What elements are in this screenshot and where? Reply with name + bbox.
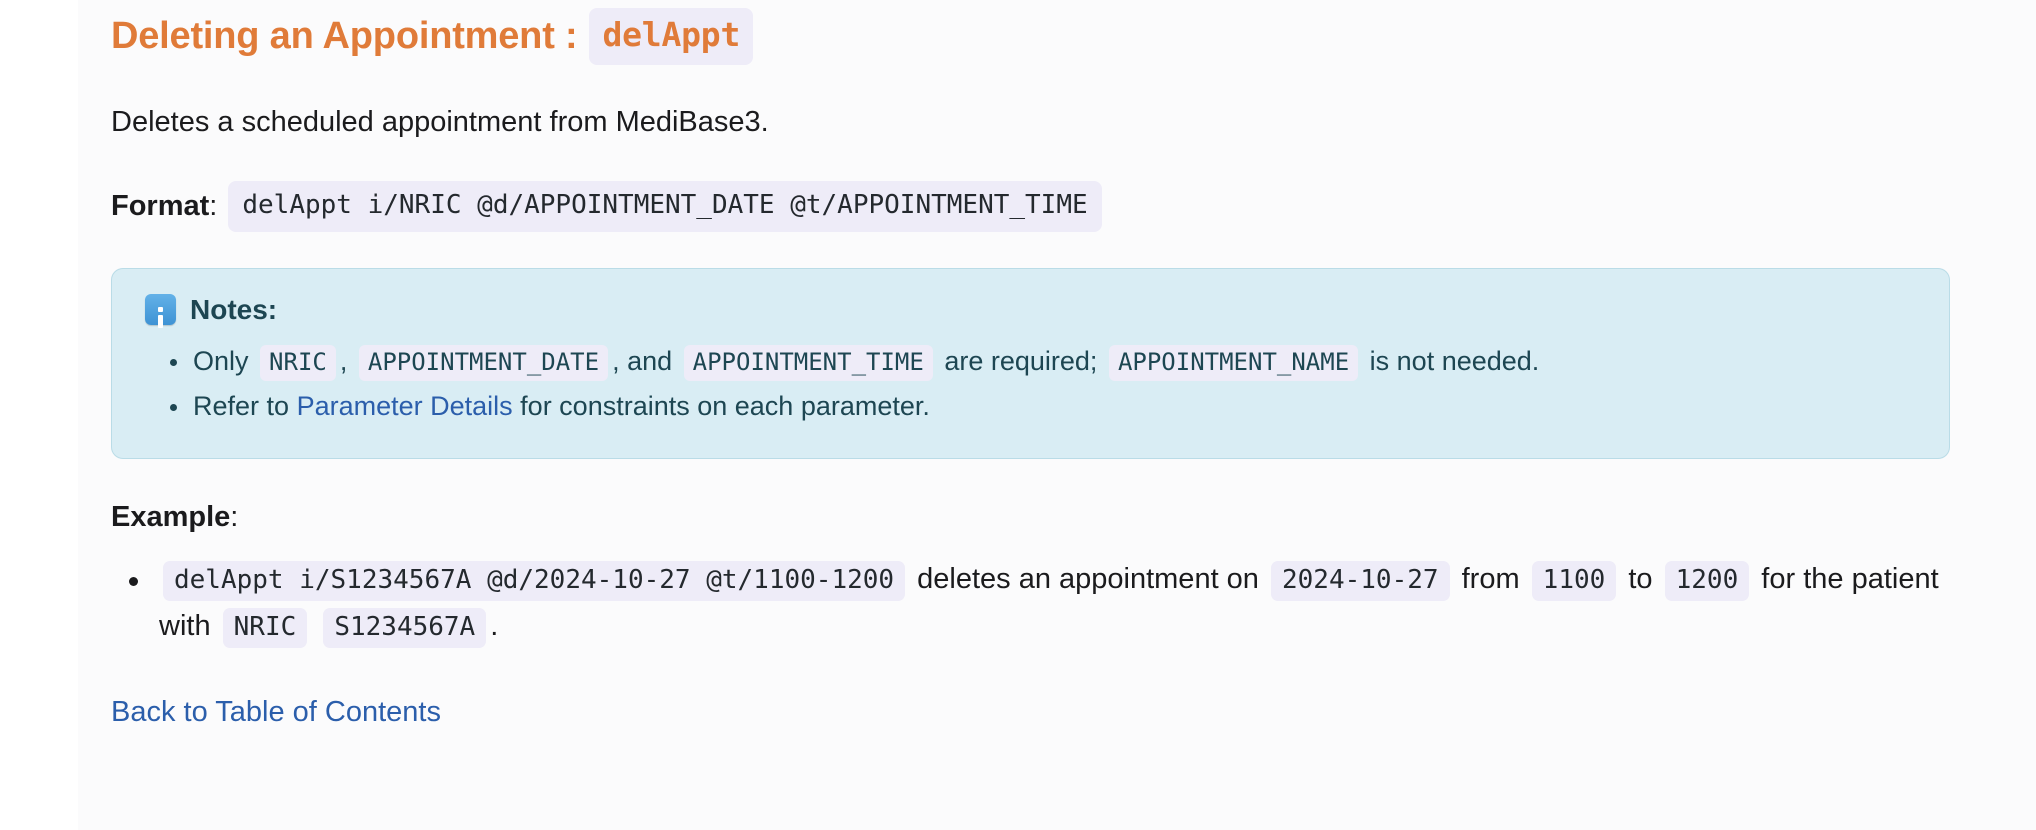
notes-header: Notes: (145, 293, 1916, 328)
format-line: Format: delAppt i/NRIC @d/APPOINTMENT_DA… (111, 180, 2036, 232)
example-list: delAppt i/S1234567A @d/2024-10-27 @t/110… (111, 556, 2036, 650)
notes-callout: Notes: Only NRIC, APPOINTMENT_DATE, and … (111, 267, 1950, 460)
note-sep-1: , (339, 345, 348, 376)
notes-title: Notes: (190, 293, 278, 325)
format-command-chip: delAppt i/NRIC @d/APPOINTMENT_DATE @t/AP… (228, 180, 1102, 232)
chip-nric: NRIC (260, 344, 336, 381)
example-date-chip: 2024-10-27 (1271, 561, 1450, 602)
note-item-parameter-details: Refer to Parameter Details for constrain… (145, 385, 1916, 429)
note-suffix-text: is not needed. (1369, 345, 1540, 376)
example-text-2: from (1461, 563, 1520, 596)
notes-list: Only NRIC, APPOINTMENT_DATE, and APPOINT… (145, 340, 1916, 429)
note-sep-2: , and (612, 345, 673, 376)
example-text-3: to (1628, 563, 1653, 596)
parameter-details-link[interactable]: Parameter Details (297, 391, 513, 421)
page-title: Deleting an Appointment : delAppt (111, 0, 2036, 65)
chip-appointment-time: APPOINTMENT_TIME (683, 344, 933, 381)
example-command-chip: delAppt i/S1234567A @d/2024-10-27 @t/110… (163, 561, 906, 602)
note2-prefix: Refer to (193, 391, 290, 422)
note-middle-text: are required; (944, 345, 1098, 376)
example-label-text: Example (111, 501, 231, 534)
note-prefix: Only (193, 345, 249, 376)
example-period: . (490, 610, 499, 643)
example-end-time-chip: 1200 (1664, 561, 1750, 602)
example-nric-label-chip: NRIC (222, 608, 308, 649)
example-nric-value-chip: S1234567A (323, 608, 487, 649)
format-label: Format (111, 189, 210, 222)
chip-appointment-name: APPOINTMENT_NAME (1108, 344, 1359, 381)
note2-suffix: for constraints on each parameter. (520, 391, 930, 422)
page-title-text: Deleting an Appointment : (111, 14, 578, 57)
page-root: Deleting an Appointment : delAppt Delete… (0, 0, 2036, 830)
info-icon (145, 294, 176, 328)
description-paragraph: Deletes a scheduled appointment from Med… (111, 105, 769, 138)
example-heading: Example: (111, 501, 2036, 534)
example-text-1: deletes an appointment on (917, 563, 1259, 596)
back-to-toc-link[interactable]: Back to Table of Contents (111, 696, 441, 729)
example-item: delAppt i/S1234567A @d/2024-10-27 @t/110… (111, 556, 2036, 650)
example-colon: : (230, 501, 239, 534)
example-start-time-chip: 1100 (1531, 561, 1617, 602)
command-name-chip: delAppt (589, 8, 754, 65)
note-item-required-params: Only NRIC, APPOINTMENT_DATE, and APPOINT… (145, 340, 1916, 384)
document-content: Deleting an Appointment : delAppt Delete… (78, 0, 2036, 830)
format-colon: : (209, 189, 218, 222)
chip-appointment-date: APPOINTMENT_DATE (358, 344, 609, 381)
